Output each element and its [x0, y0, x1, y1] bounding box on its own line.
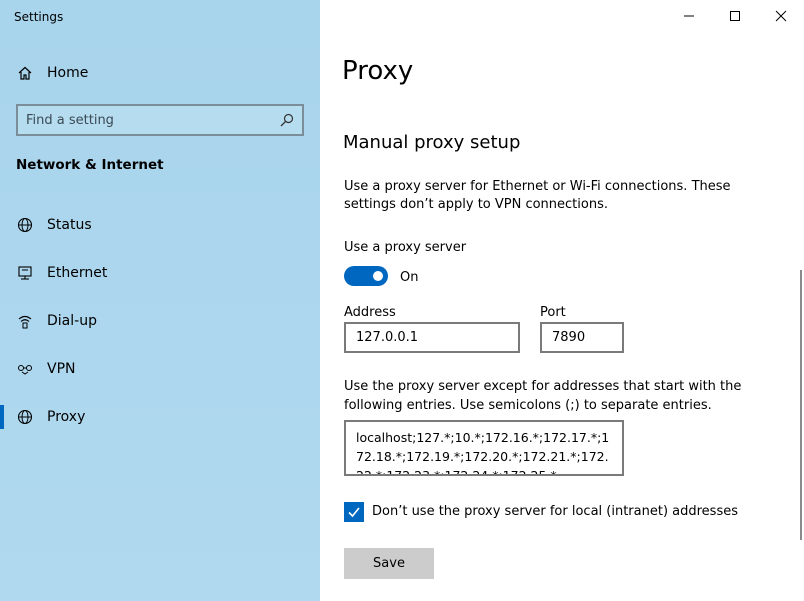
app-title: Settings	[14, 10, 64, 24]
globe-icon	[16, 216, 34, 234]
close-icon	[775, 10, 787, 22]
local-bypass-label: Don’t use the proxy server for local (in…	[372, 504, 738, 519]
search-box[interactable]	[16, 104, 304, 136]
minimize-button[interactable]	[666, 0, 712, 32]
checkmark-icon	[348, 507, 360, 518]
port-label: Port	[540, 305, 566, 320]
sidebar-item-dialup[interactable]: Dial-up	[0, 301, 320, 341]
sidebar-item-status[interactable]: Status	[0, 205, 320, 245]
toggle-state-label: On	[400, 270, 419, 285]
sidebar-item-ethernet[interactable]: Ethernet	[0, 253, 320, 293]
port-input[interactable]	[540, 322, 624, 353]
sidebar-section-title: Network & Internet	[16, 157, 164, 173]
section-description: Use a proxy server for Ethernet or Wi-Fi…	[344, 179, 731, 212]
globe-icon	[16, 408, 34, 426]
active-indicator	[0, 405, 4, 429]
home-icon	[16, 64, 34, 82]
dialup-icon	[16, 312, 34, 330]
section-heading: Manual proxy setup	[343, 132, 521, 153]
scrollbar[interactable]	[800, 270, 802, 540]
close-button[interactable]	[758, 0, 804, 32]
minimize-icon	[684, 15, 694, 17]
maximize-icon	[730, 11, 740, 21]
address-input[interactable]	[344, 322, 520, 353]
sidebar-item-label: Ethernet	[47, 265, 108, 281]
toggle-knob	[373, 271, 383, 281]
save-button[interactable]: Save	[344, 548, 434, 579]
sidebar-item-label: Home	[47, 65, 89, 81]
sidebar-item-label: Dial-up	[47, 313, 97, 329]
local-bypass-checkbox[interactable]	[344, 502, 364, 522]
exceptions-label: Use the proxy server except for addresse…	[344, 379, 742, 413]
search-icon[interactable]	[279, 112, 295, 128]
maximize-button[interactable]	[712, 0, 758, 32]
vpn-icon	[16, 360, 34, 378]
use-proxy-toggle[interactable]	[344, 266, 388, 286]
sidebar-item-label: Status	[47, 217, 92, 233]
search-input[interactable]	[26, 111, 276, 129]
sidebar-item-proxy[interactable]: Proxy	[0, 397, 320, 437]
sidebar-item-label: VPN	[47, 361, 76, 377]
main-content: Proxy Manual proxy setup Use a proxy ser…	[320, 0, 804, 601]
sidebar-item-home[interactable]: Home	[0, 58, 320, 88]
ethernet-icon	[16, 264, 34, 282]
sidebar-item-vpn[interactable]: VPN	[0, 349, 320, 389]
use-proxy-label: Use a proxy server	[344, 240, 467, 255]
page-title: Proxy	[342, 56, 414, 86]
sidebar: Settings Home Network & Internet Status …	[0, 0, 320, 601]
sidebar-item-label: Proxy	[47, 409, 86, 425]
address-label: Address	[344, 305, 396, 320]
exceptions-textarea[interactable]: localhost;127.*;10.*;172.16.*;172.17.*;1…	[344, 420, 624, 476]
